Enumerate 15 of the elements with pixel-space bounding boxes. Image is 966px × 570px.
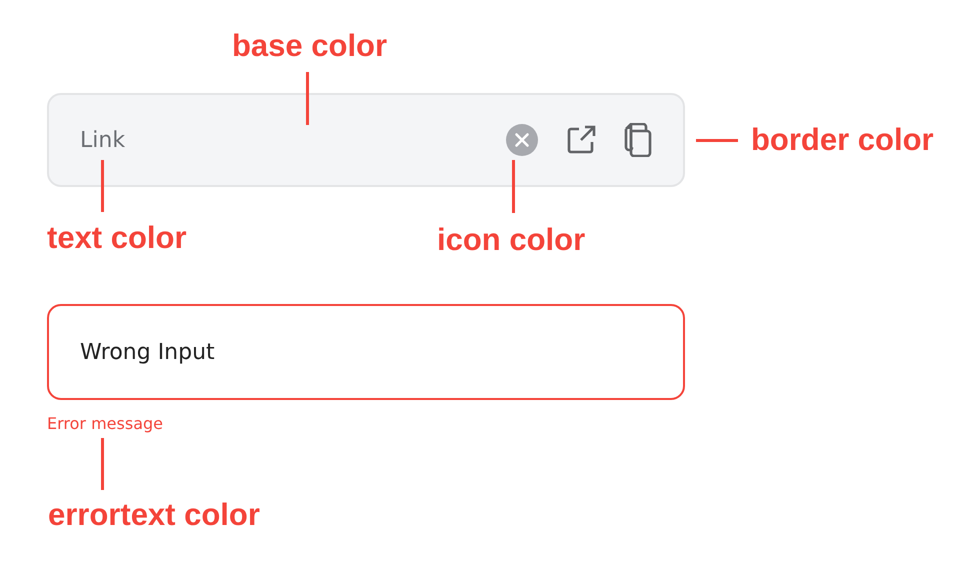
leader-line [101, 438, 104, 490]
leader-line [306, 72, 309, 125]
annotation-label: base color [232, 28, 388, 64]
annotation-label: errortext color [48, 497, 260, 533]
error-message: Error message [47, 414, 163, 433]
leader-line [696, 139, 738, 142]
annotation-label: border color [751, 122, 934, 158]
input-field[interactable]: Wrong Input [47, 304, 685, 400]
leader-line [101, 160, 104, 212]
input-field[interactable]: Link [47, 93, 685, 187]
external-link-icon[interactable] [565, 124, 597, 156]
copy-icon[interactable] [623, 123, 653, 157]
annotation-label: text color [47, 220, 187, 256]
leader-line [512, 160, 515, 213]
annotation-label: icon color [437, 222, 586, 258]
